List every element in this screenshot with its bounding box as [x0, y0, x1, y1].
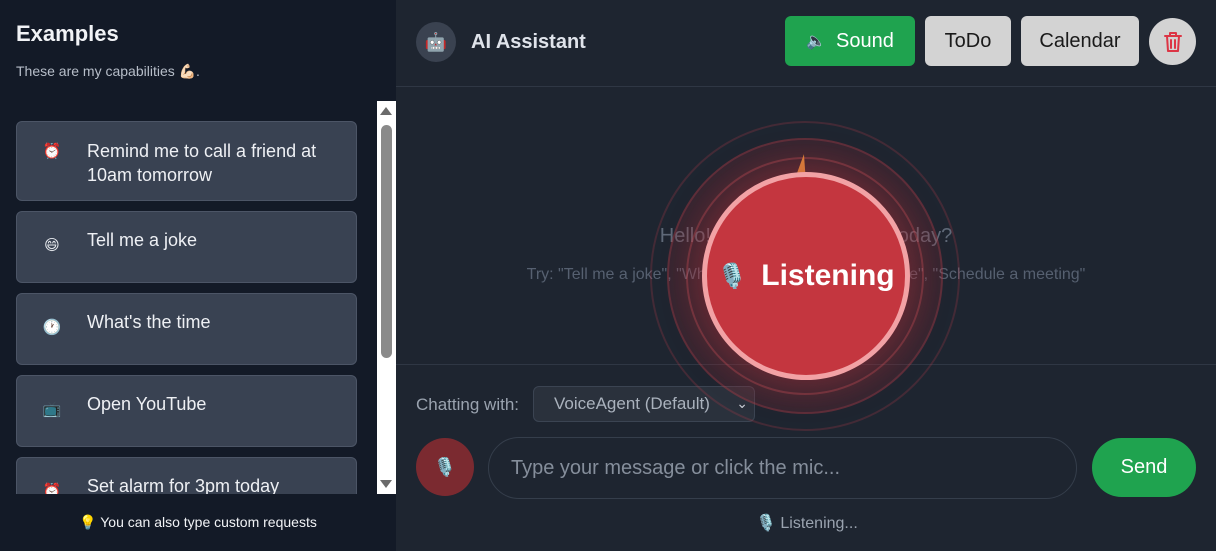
listening-status: 🎙️ Listening... — [0, 513, 1216, 533]
send-button[interactable]: Send — [1092, 438, 1196, 497]
speaker-icon: 🔈 — [806, 33, 827, 50]
example-card[interactable]: 🕐 What's the time — [16, 293, 357, 365]
sidebar-scrollbar[interactable] — [377, 101, 396, 494]
scrollbar-thumb[interactable] — [381, 125, 392, 358]
examples-list: ⏰ Remind me to call a friend at 10am tom… — [0, 101, 396, 494]
microphone-icon: 🎙️ — [717, 262, 748, 290]
edge-handle-icon: ⋮ — [1211, 214, 1216, 231]
todo-button[interactable]: ToDo — [925, 16, 1011, 66]
microphone-icon: 🎙️ — [756, 515, 776, 532]
listening-status-text: Listening... — [780, 515, 858, 532]
example-label: What's the time — [87, 312, 211, 332]
chat-header: 🤖 AI Assistant 🔈 Sound ToDo Calendar — [396, 0, 1216, 87]
app-title: AI Assistant — [471, 31, 586, 53]
robot-avatar-icon: 🤖 — [416, 22, 456, 62]
example-label: Tell me a joke — [87, 230, 198, 250]
trash-icon — [1163, 31, 1182, 52]
mic-button[interactable]: 🎙️ — [416, 438, 474, 496]
example-label: Set alarm for 3pm today — [87, 476, 280, 494]
television-icon: 📺 — [42, 401, 62, 418]
listening-label: Listening — [761, 259, 895, 292]
example-card[interactable]: ⏰ Remind me to call a friend at 10am tom… — [16, 121, 357, 201]
example-card[interactable]: 😄 Tell me a joke — [16, 211, 357, 283]
alarm-clock-icon: ⏰ — [42, 483, 62, 494]
example-label: Open YouTube — [87, 394, 207, 414]
alarm-clock-icon: ⏰ — [42, 143, 62, 160]
example-label: Remind me to call a friend at 10am tomor… — [87, 141, 317, 185]
laughing-face-icon: 😄 — [44, 237, 60, 254]
scroll-up-arrow-icon[interactable] — [380, 107, 392, 115]
listening-indicator[interactable]: 🎙️ Listening — [702, 172, 910, 380]
scroll-down-arrow-icon[interactable] — [380, 480, 392, 488]
clock-icon: 🕐 — [42, 319, 62, 336]
message-input[interactable] — [488, 437, 1077, 499]
clear-chat-button[interactable] — [1149, 18, 1196, 65]
sidebar-title: Examples — [16, 21, 119, 46]
sound-button[interactable]: 🔈 Sound — [785, 16, 915, 66]
sidebar-subtitle: These are my capabilities 💪🏻. — [16, 63, 200, 79]
agent-select-value: VoiceAgent (Default) — [554, 394, 710, 413]
examples-sidebar: Examples These are my capabilities 💪🏻. ⏰… — [0, 0, 396, 551]
chatting-with-label: Chatting with: — [416, 395, 519, 414]
calendar-button[interactable]: Calendar — [1021, 16, 1139, 66]
microphone-icon: 🎙️ — [433, 456, 457, 477]
sound-button-label: Sound — [836, 29, 894, 52]
example-card[interactable]: 📺 Open YouTube — [16, 375, 357, 447]
example-card[interactable]: ⏰ Set alarm for 3pm today — [16, 457, 357, 494]
